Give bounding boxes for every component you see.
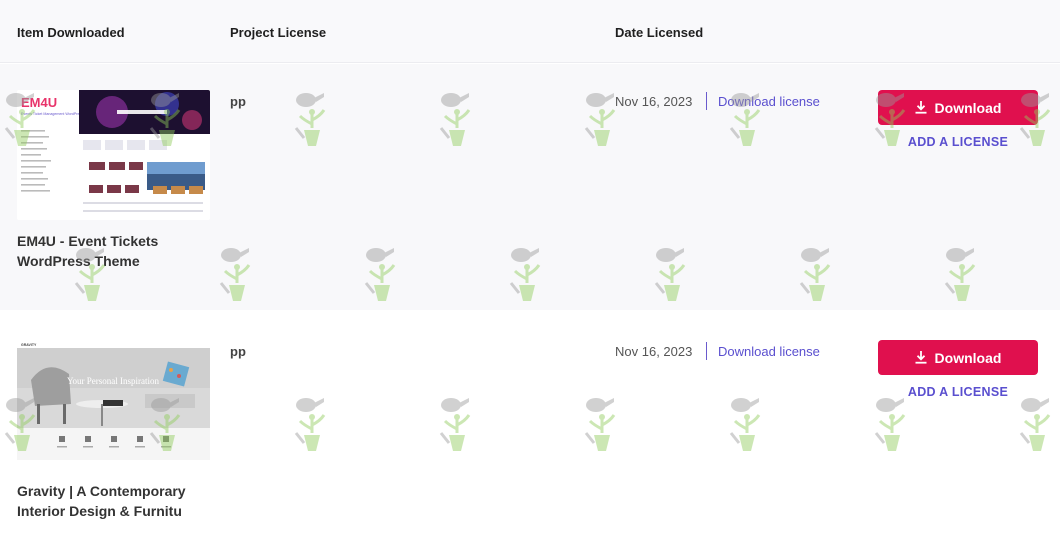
download-button-label: Download — [934, 349, 1002, 366]
item-thumbnail-em4u[interactable]: EM4U Events Ticket Management WordPress … — [17, 90, 210, 220]
header-project-license: Project License — [230, 25, 327, 40]
download-icon — [915, 101, 927, 114]
add-license-link[interactable]: ADD A LICENSE — [878, 135, 1038, 149]
divider — [706, 342, 707, 360]
downloads-page: Item Downloaded Project License Date Lic… — [0, 0, 1060, 552]
header-item-downloaded: Item Downloaded — [17, 25, 125, 40]
item-title[interactable]: EM4U - Event Tickets WordPress Theme — [17, 231, 217, 271]
table-header: Item Downloaded Project License Date Lic… — [0, 0, 1060, 63]
table-row: EM4U Events Ticket Management WordPress … — [0, 64, 1060, 310]
project-license-name: pp — [230, 94, 246, 109]
divider — [706, 92, 707, 110]
thumb-headline-text: Your Personal Inspiration — [67, 376, 160, 386]
download-button-label: Download — [934, 99, 1002, 116]
thumb-brand-text: GRAVITY — [21, 343, 37, 347]
thumb-logo-text: EM4U — [21, 95, 57, 110]
project-license-name: pp — [230, 344, 246, 359]
item-thumbnail-gravity[interactable]: GRAVITY Your Personal Inspiration — [17, 340, 210, 470]
download-icon — [915, 351, 927, 364]
date-licensed: Nov 16, 2023 — [615, 344, 693, 359]
header-date-licensed: Date Licensed — [615, 25, 704, 40]
download-license-link[interactable]: Download license — [718, 344, 820, 359]
date-licensed: Nov 16, 2023 — [615, 94, 693, 109]
table-row: GRAVITY Your Personal Inspiration Gravit… — [0, 310, 1060, 552]
add-license-link[interactable]: ADD A LICENSE — [878, 385, 1038, 399]
download-license-link[interactable]: Download license — [718, 94, 820, 109]
download-button[interactable]: Download — [878, 340, 1038, 375]
item-title[interactable]: Gravity | A Contemporary Interior Design… — [17, 481, 217, 521]
download-button[interactable]: Download — [878, 90, 1038, 125]
